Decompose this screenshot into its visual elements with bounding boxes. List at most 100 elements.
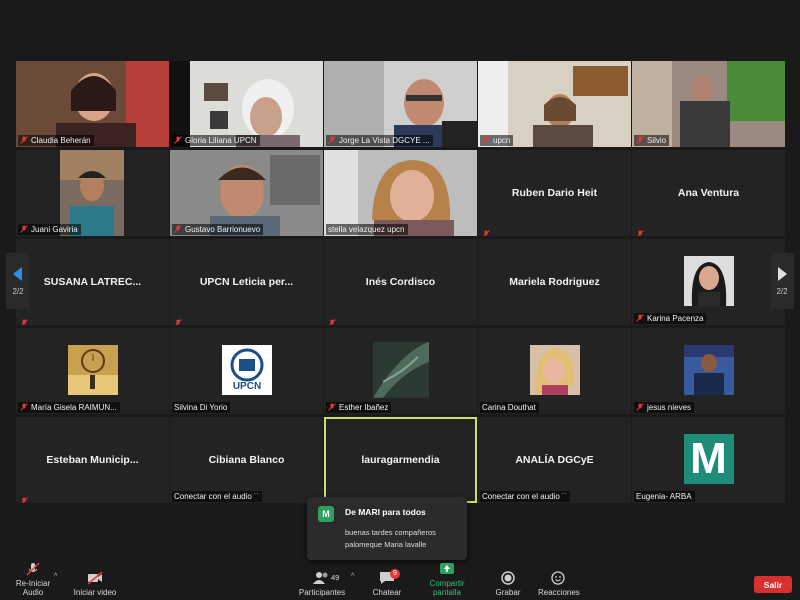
- muted-mic-icon: [328, 403, 336, 411]
- participant-tile[interactable]: ANALÍA DGCyE Conectar con el audio ˙˙: [478, 417, 631, 503]
- audio-options-caret[interactable]: ^: [54, 573, 57, 580]
- participant-tile[interactable]: Jorge La Vista DGCYE ...: [324, 61, 477, 147]
- participant-tile[interactable]: Gustavo Barrionuevo: [170, 150, 323, 236]
- chat-message-line: palomeque Maria lavalle: [345, 540, 427, 549]
- avatar: [529, 345, 580, 395]
- participant-name: Ruben Dario Heit: [511, 187, 598, 199]
- participant-name: Ana Ventura: [677, 187, 740, 199]
- participant-name: Silvina Di Yorio: [174, 403, 228, 412]
- record-label: Grabar: [495, 588, 521, 597]
- participant-tile[interactable]: Mariela Rodriguez: [478, 239, 631, 325]
- participant-tile[interactable]: SUSANA LATREC...: [16, 239, 169, 325]
- upcn-logo-text: UPCN: [232, 381, 260, 392]
- muted-mic-icon: [636, 136, 644, 144]
- participants-button[interactable]: Participantes: [295, 571, 349, 597]
- share-screen-button[interactable]: Compartir pantalla: [415, 562, 479, 597]
- muted-mic-icon: [174, 136, 182, 144]
- reactions-label: Reacciones: [538, 588, 580, 597]
- muted-mic-icon: [26, 562, 40, 576]
- muted-mic-icon: [636, 403, 644, 411]
- participant-tile[interactable]: jesus nieves: [632, 328, 785, 414]
- participant-tile[interactable]: M Eugenia- ARBA: [632, 417, 785, 503]
- muted-mic-icon: [20, 225, 28, 233]
- participant-name: Mariela Rodriguez: [509, 276, 600, 288]
- audio-status: Conectar con el audio: [482, 492, 560, 501]
- participant-name: Jorge La Vista DGCYE ...: [339, 136, 430, 145]
- participant-tile[interactable]: María Gisela RAIMUN...: [16, 328, 169, 414]
- participant-name: ANALÍA DGCyE: [515, 454, 594, 466]
- participant-tile[interactable]: Gloria Liliana UPCN: [170, 61, 323, 147]
- participant-name: Gloria Liliana UPCN: [185, 136, 257, 145]
- previous-page-button[interactable]: 2/2: [6, 253, 30, 309]
- chat-button[interactable]: Chatear: [368, 571, 406, 597]
- participant-tile[interactable]: UPCN Leticia per...: [170, 239, 323, 325]
- participant-name: Carina Douthat: [482, 403, 536, 412]
- participant-tile[interactable]: Ruben Dario Heit: [478, 150, 631, 236]
- participant-name: Juani Gaviria: [31, 225, 78, 234]
- participant-tile[interactable]: Esteban Municip...: [16, 417, 169, 503]
- avatar: [683, 345, 734, 395]
- chat-message-line: buenas tardes compañeros: [345, 528, 436, 537]
- audio-status: Conectar con el audio: [174, 492, 252, 501]
- muted-mic-icon: [20, 492, 28, 503]
- chat-notification[interactable]: M De MARI para todos buenas tardes compa…: [307, 497, 467, 560]
- record-icon: [501, 571, 515, 585]
- share-screen-icon: [440, 563, 454, 574]
- muted-mic-icon: [636, 225, 644, 236]
- avatar: UPCN: [221, 345, 272, 395]
- participant-tile[interactable]: upcn: [478, 61, 631, 147]
- participant-name: Gustavo Barrionuevo: [185, 225, 261, 234]
- participant-name: upcn: [493, 136, 511, 145]
- participant-tile[interactable]: Karina Pacenza: [632, 239, 785, 325]
- video-button[interactable]: Iniciar video: [72, 571, 118, 597]
- participant-tile[interactable]: Claudia Beherán: [16, 61, 169, 147]
- active-speaker-tile[interactable]: lauragarmendia: [324, 417, 477, 503]
- muted-mic-icon: [20, 314, 28, 325]
- next-page-button[interactable]: 2/2: [770, 253, 794, 309]
- chat-sender: De MARI para todos: [345, 507, 426, 517]
- participant-name: María Gisela RAIMUN...: [31, 403, 117, 412]
- chat-label: Chatear: [372, 588, 402, 597]
- participant-name: jesus nieves: [647, 403, 692, 412]
- page-indicator: 2/2: [776, 286, 788, 296]
- meeting-toolbar: Re-Iniciar Audio ^ Iniciar video Partici…: [0, 562, 800, 600]
- participants-options-caret[interactable]: ^: [351, 573, 354, 580]
- muted-mic-icon: [328, 136, 336, 144]
- share-screen-label: Compartir pantalla: [429, 579, 465, 597]
- participant-name: Silvio: [647, 136, 667, 145]
- participant-tile[interactable]: stella velazquez upcn: [324, 150, 477, 236]
- participant-tile[interactable]: Juani Gaviria: [16, 150, 169, 236]
- leave-button[interactable]: Salir: [754, 576, 792, 593]
- audio-button[interactable]: Re-Iniciar Audio: [6, 562, 60, 597]
- participant-name: Claudia Beherán: [31, 136, 91, 145]
- video-label: Iniciar video: [73, 588, 117, 597]
- participant-tile[interactable]: UPCN Silvina Di Yorio: [170, 328, 323, 414]
- participant-tile[interactable]: Carina Douthat: [478, 328, 631, 414]
- reactions-button[interactable]: Reacciones: [538, 571, 580, 597]
- participant-tile[interactable]: Inés Cordisco: [324, 239, 477, 325]
- muted-mic-icon: [174, 314, 182, 325]
- participant-tile[interactable]: Ana Ventura: [632, 150, 785, 236]
- participant-tile[interactable]: Cibiana Blanco Conectar con el audio ˙˙: [170, 417, 323, 503]
- muted-mic-icon: [20, 403, 28, 411]
- participant-name: Esteban Municip...: [46, 454, 139, 466]
- muted-mic-icon: [174, 225, 182, 233]
- avatar: [372, 341, 429, 398]
- muted-mic-icon: [482, 136, 490, 144]
- chat-message: buenas tardes compañeros palomeque Maria…: [345, 527, 436, 551]
- record-button[interactable]: Grabar: [494, 571, 522, 597]
- page-indicator: 2/2: [12, 286, 24, 296]
- avatar: [683, 256, 734, 306]
- avatar: [67, 345, 118, 395]
- participant-name: SUSANA LATREC...: [43, 276, 142, 288]
- participant-name: Karina Pacenza: [647, 314, 704, 323]
- avatar: M: [683, 434, 734, 484]
- participant-tile[interactable]: Silvio: [632, 61, 785, 147]
- participant-name: Cibiana Blanco: [208, 454, 285, 466]
- video-off-icon: [87, 571, 103, 585]
- participant-name: stella velazquez upcn: [328, 225, 405, 234]
- participant-tile[interactable]: Esther Ibañez: [324, 328, 477, 414]
- participants-label: Participantes: [298, 588, 346, 597]
- muted-mic-icon: [20, 136, 28, 144]
- participant-name: Inés Cordisco: [365, 276, 436, 288]
